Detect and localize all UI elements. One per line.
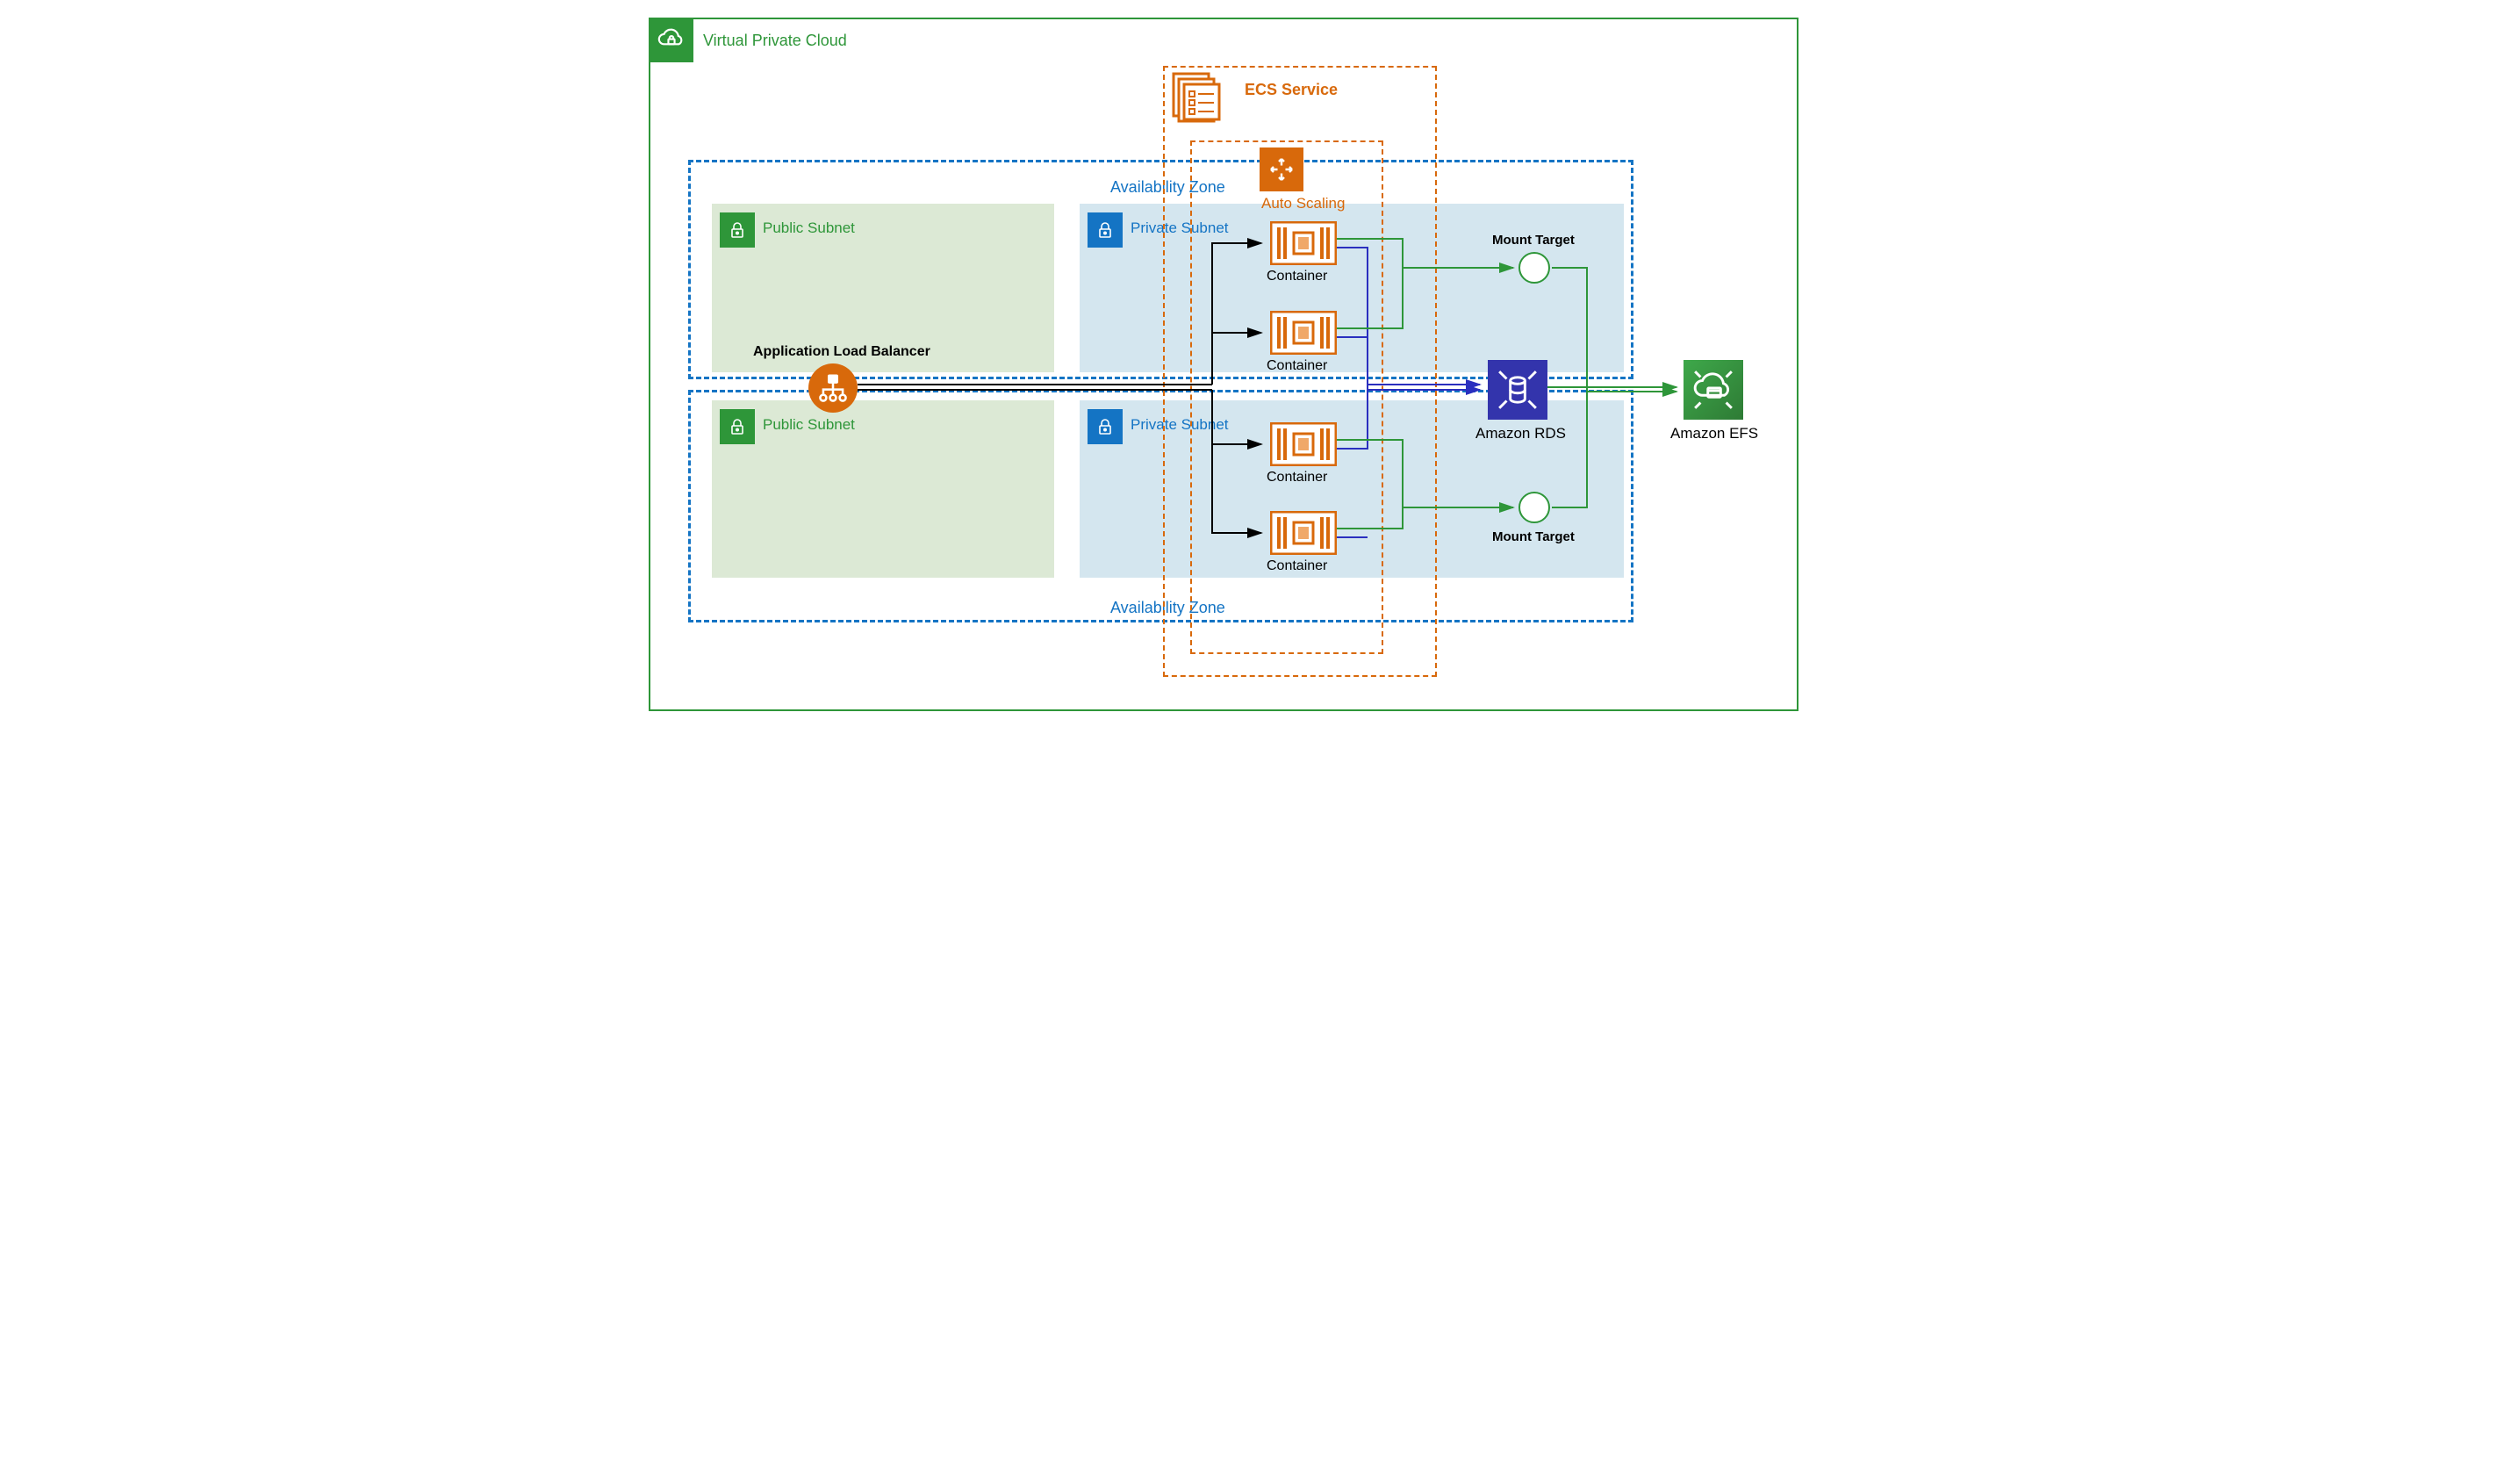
container-2-label: Container [1267,358,1327,374]
amazon-efs-label: Amazon EFS [1670,425,1758,442]
ecs-service-label: ECS Service [1245,81,1338,99]
diagram-canvas: Virtual Private Cloud Availability Zone … [630,0,1890,741]
auto-scaling-label: Auto Scaling [1261,195,1345,212]
container-1-label: Container [1267,269,1327,284]
lock-icon [720,212,755,248]
auto-scaling-icon [1260,147,1303,191]
public-subnet-1-label: Public Subnet [763,219,855,237]
mount-target-2-icon [1518,492,1550,523]
mount-target-1-label: Mount Target [1492,233,1575,248]
amazon-efs-icon [1684,360,1743,420]
container-4-label: Container [1267,558,1327,574]
mount-target-2-label: Mount Target [1492,529,1575,544]
alb-icon [808,363,858,413]
mount-target-1-icon [1518,252,1550,284]
public-subnet-2: Public Subnet [712,400,1054,578]
amazon-rds-label: Amazon RDS [1475,425,1566,442]
alb-label: Application Load Balancer [753,344,930,360]
container-icon [1270,221,1337,265]
container-icon [1270,511,1337,555]
lock-icon [1088,409,1123,444]
container-icon [1270,311,1337,355]
container-icon [1270,422,1337,466]
auto-scaling-box [1190,140,1383,654]
task-definition-icon [1170,70,1223,127]
cloud-lock-icon [650,18,693,62]
amazon-rds-icon [1488,360,1547,420]
lock-icon [720,409,755,444]
vpc-label: Virtual Private Cloud [703,32,847,50]
lock-icon [1088,212,1123,248]
container-3-label: Container [1267,470,1327,486]
public-subnet-2-label: Public Subnet [763,416,855,434]
